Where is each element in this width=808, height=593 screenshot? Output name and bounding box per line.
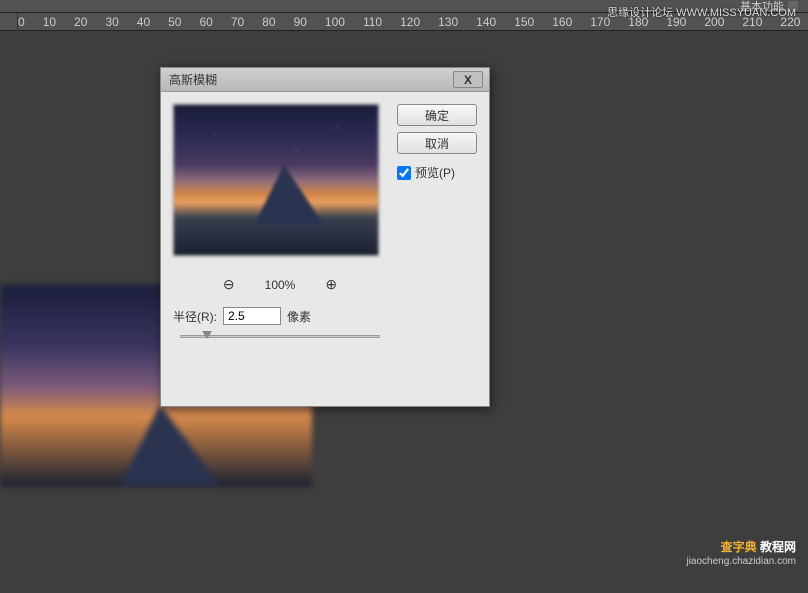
canvas-area: 0102030405060708090100110120130140150160… <box>0 12 808 575</box>
ruler-origin[interactable] <box>0 13 18 31</box>
slider-thumb-icon[interactable] <box>202 331 212 339</box>
watermark-top: 思缘设计论坛 WWW.MISSYUAN.COM <box>607 4 796 20</box>
dialog-title-text: 高斯模糊 <box>169 71 217 88</box>
preview-checkbox-input[interactable] <box>397 166 411 180</box>
watermark-bottom: 查字典 教程网 jiaocheng.chazidian.com <box>686 538 796 567</box>
zoom-level: 100% <box>265 278 296 292</box>
dialog-close-button[interactable]: X <box>453 71 483 88</box>
cancel-button[interactable]: 取消 <box>397 132 477 154</box>
gaussian-blur-dialog: 高斯模糊 X ⊖ 100% ⊕ 半径(R): 像素 <box>160 67 490 407</box>
zoom-out-icon[interactable]: ⊖ <box>223 276 235 293</box>
radius-unit: 像素 <box>287 308 311 325</box>
dialog-titlebar[interactable]: 高斯模糊 X <box>161 68 489 92</box>
close-icon: X <box>464 73 472 87</box>
ok-button[interactable]: 确定 <box>397 104 477 126</box>
filter-preview[interactable] <box>173 104 379 256</box>
preview-checkbox[interactable]: 预览(P) <box>397 164 477 181</box>
radius-label: 半径(R): <box>173 308 217 325</box>
radius-input[interactable] <box>223 307 281 325</box>
zoom-in-icon[interactable]: ⊕ <box>325 276 337 293</box>
radius-slider[interactable] <box>180 333 380 339</box>
